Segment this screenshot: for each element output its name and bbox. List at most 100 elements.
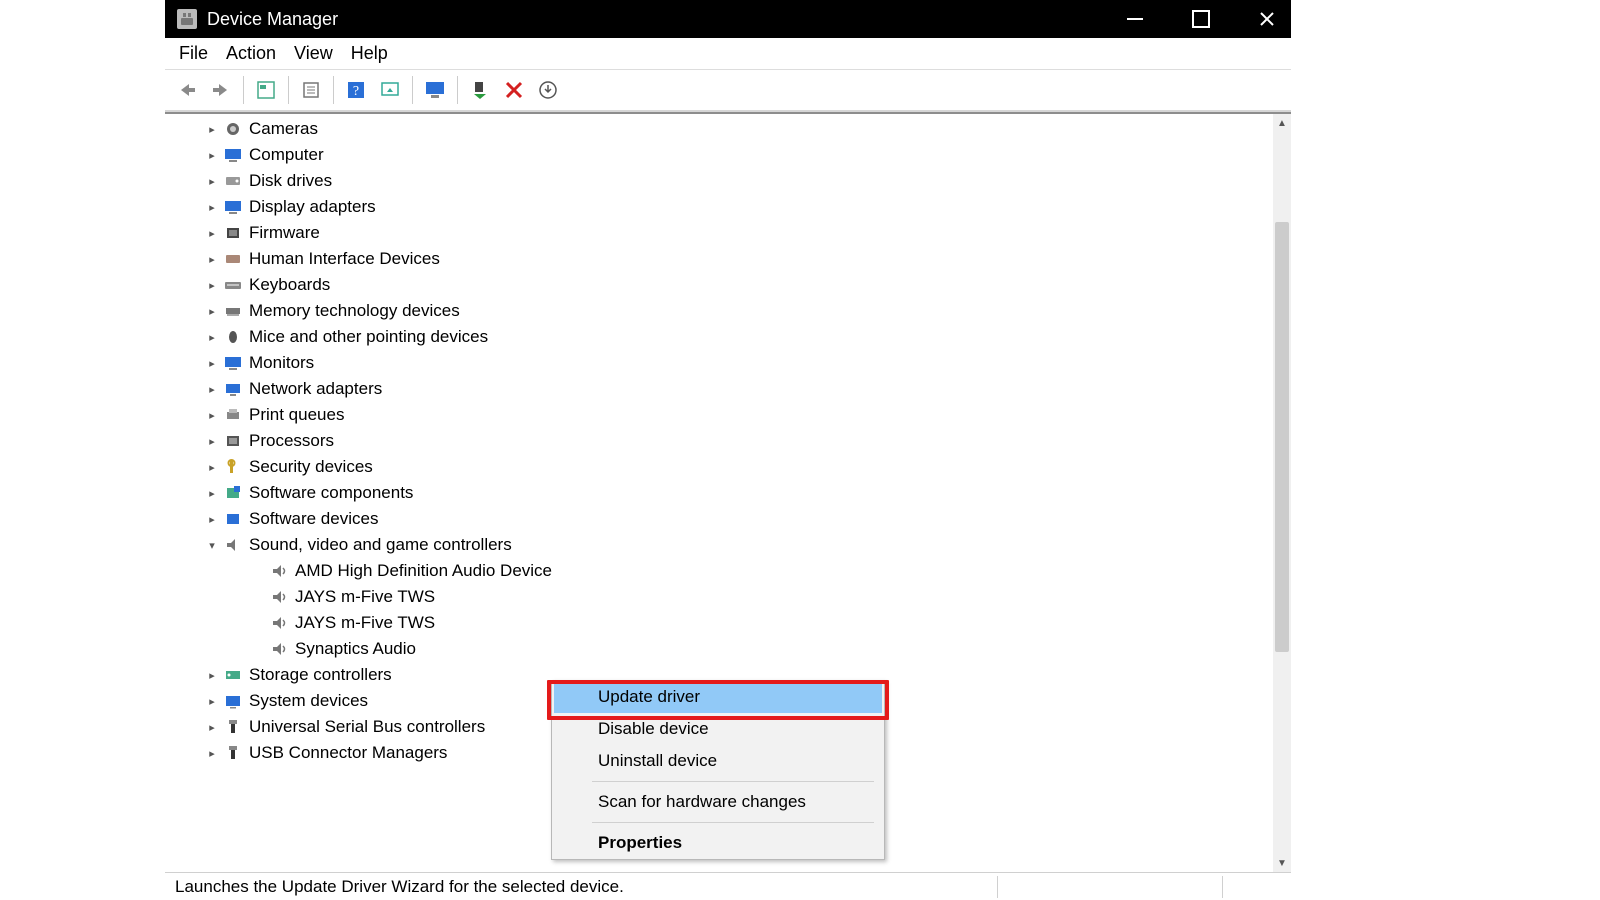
context-menu-item[interactable]: Update driver — [552, 681, 884, 713]
tree-category[interactable]: ▸ Human Interface Devices — [165, 246, 1273, 272]
expand-toggle-icon[interactable]: ▸ — [205, 435, 219, 448]
show-hidden-button[interactable] — [250, 74, 282, 106]
menu-view[interactable]: View — [294, 43, 333, 64]
expand-toggle-icon[interactable]: ▸ — [205, 357, 219, 370]
expand-toggle-icon[interactable]: ▸ — [205, 305, 219, 318]
tree-category[interactable]: ▸ Security devices — [165, 454, 1273, 480]
expand-toggle-icon[interactable]: ▸ — [205, 747, 219, 760]
tree-label: Firmware — [249, 223, 320, 243]
tree-category[interactable]: ▸ Software devices — [165, 506, 1273, 532]
tree-category[interactable]: ▸ Print queues — [165, 402, 1273, 428]
expand-toggle-icon[interactable]: ▸ — [205, 487, 219, 500]
tree-category[interactable]: ▸ Memory technology devices — [165, 298, 1273, 324]
vertical-scrollbar[interactable]: ▲ ▼ — [1273, 114, 1291, 872]
expand-toggle-icon[interactable]: ▸ — [205, 721, 219, 734]
expand-toggle-icon[interactable]: ▸ — [205, 695, 219, 708]
tree-category[interactable]: ▸ Monitors — [165, 350, 1273, 376]
tree-device[interactable]: JAYS m-Five TWS — [165, 610, 1273, 636]
tree-device[interactable]: Synaptics Audio — [165, 636, 1273, 662]
tree-category[interactable]: ▸ Display adapters — [165, 194, 1273, 220]
chip-icon — [223, 224, 243, 242]
memory-icon — [223, 302, 243, 320]
expand-toggle-icon[interactable]: ▸ — [205, 279, 219, 292]
context-menu-item[interactable]: Uninstall device — [552, 745, 884, 777]
expand-toggle-icon[interactable]: ▸ — [205, 383, 219, 396]
tree-category[interactable]: ▸ Keyboards — [165, 272, 1273, 298]
forward-icon — [210, 79, 232, 101]
scroll-up-icon[interactable]: ▲ — [1273, 114, 1291, 132]
forward-button[interactable] — [205, 74, 237, 106]
context-menu-item[interactable]: Disable device — [552, 713, 884, 745]
expand-toggle-icon[interactable]: ▸ — [205, 461, 219, 474]
context-menu-item[interactable]: Properties — [552, 827, 884, 859]
menu-action[interactable]: Action — [226, 43, 276, 64]
maximize-button[interactable] — [1189, 7, 1213, 31]
tree-label: JAYS m-Five TWS — [295, 613, 435, 633]
context-menu-item[interactable]: Scan for hardware changes — [552, 786, 884, 818]
tree-label: Display adapters — [249, 197, 376, 217]
scan-computer-button[interactable] — [419, 74, 451, 106]
tree-device[interactable]: JAYS m-Five TWS — [165, 584, 1273, 610]
expand-toggle-icon[interactable]: ▸ — [205, 669, 219, 682]
tree-area: ▸ Cameras ▸ Computer ▸ Disk drives ▸ Dis… — [165, 112, 1291, 872]
softcomp-icon — [223, 484, 243, 502]
tree-label: Synaptics Audio — [295, 639, 416, 659]
context-menu-label: Scan for hardware changes — [598, 792, 806, 812]
expand-toggle-icon[interactable]: ▸ — [205, 175, 219, 188]
tree-label: Security devices — [249, 457, 373, 477]
properties-button[interactable] — [295, 74, 327, 106]
update-driver-toolbar-button[interactable] — [374, 74, 406, 106]
usbconn-icon — [223, 744, 243, 762]
expand-toggle-icon[interactable]: ▸ — [205, 331, 219, 344]
expand-toggle-icon[interactable]: ▸ — [205, 201, 219, 214]
expand-toggle-icon[interactable]: ▸ — [205, 123, 219, 136]
expand-toggle-icon[interactable]: ▸ — [205, 149, 219, 162]
tree-category[interactable]: ▸ Computer — [165, 142, 1273, 168]
tree-category[interactable]: ▸ Processors — [165, 428, 1273, 454]
tree-category[interactable]: ▸ Mice and other pointing devices — [165, 324, 1273, 350]
tree-label: Software components — [249, 483, 413, 503]
monitor-icon — [223, 198, 243, 216]
scroll-thumb[interactable] — [1275, 222, 1289, 652]
menu-file[interactable]: File — [179, 43, 208, 64]
status-bar: Launches the Update Driver Wizard for th… — [165, 872, 1291, 900]
tree-category[interactable]: ▸ Cameras — [165, 116, 1273, 142]
tree-label: Network adapters — [249, 379, 382, 399]
scroll-down-icon[interactable]: ▼ — [1273, 854, 1291, 872]
expand-toggle-icon[interactable]: ▾ — [205, 539, 219, 552]
properties-icon — [300, 79, 322, 101]
tree-category[interactable]: ▸ Firmware — [165, 220, 1273, 246]
expand-toggle-icon[interactable]: ▸ — [205, 513, 219, 526]
enable-device-button[interactable] — [464, 74, 496, 106]
expand-toggle-icon[interactable]: ▸ — [205, 409, 219, 422]
minimize-button[interactable] — [1123, 7, 1147, 31]
enable-device-icon — [469, 79, 491, 101]
monitor-icon — [223, 354, 243, 372]
tree-label: System devices — [249, 691, 368, 711]
uninstall-device-button[interactable] — [532, 74, 564, 106]
speaker-icon — [269, 614, 289, 632]
back-button[interactable] — [171, 74, 203, 106]
tree-label: Sound, video and game controllers — [249, 535, 512, 555]
hid-icon — [223, 250, 243, 268]
tree-category[interactable]: ▾ Sound, video and game controllers — [165, 532, 1273, 558]
tree-category[interactable]: ▸ Disk drives — [165, 168, 1273, 194]
tree-label: Cameras — [249, 119, 318, 139]
tree-category[interactable]: ▸ Software components — [165, 480, 1273, 506]
help-button[interactable]: ? — [340, 74, 372, 106]
keyboard-icon — [223, 276, 243, 294]
speaker-icon — [269, 562, 289, 580]
menu-help[interactable]: Help — [351, 43, 388, 64]
context-menu-separator — [592, 781, 874, 782]
close-button[interactable] — [1255, 7, 1279, 31]
expand-toggle-icon[interactable]: ▸ — [205, 253, 219, 266]
expand-toggle-icon[interactable]: ▸ — [205, 227, 219, 240]
toolbar-separator — [243, 76, 244, 104]
disable-device-button[interactable] — [498, 74, 530, 106]
tree-category[interactable]: ▸ Network adapters — [165, 376, 1273, 402]
tree-device[interactable]: AMD High Definition Audio Device — [165, 558, 1273, 584]
tree-label: Human Interface Devices — [249, 249, 440, 269]
status-text: Launches the Update Driver Wizard for th… — [171, 877, 628, 897]
device-manager-window: Device Manager File Action View Help — [165, 0, 1291, 900]
disable-device-icon — [503, 79, 525, 101]
